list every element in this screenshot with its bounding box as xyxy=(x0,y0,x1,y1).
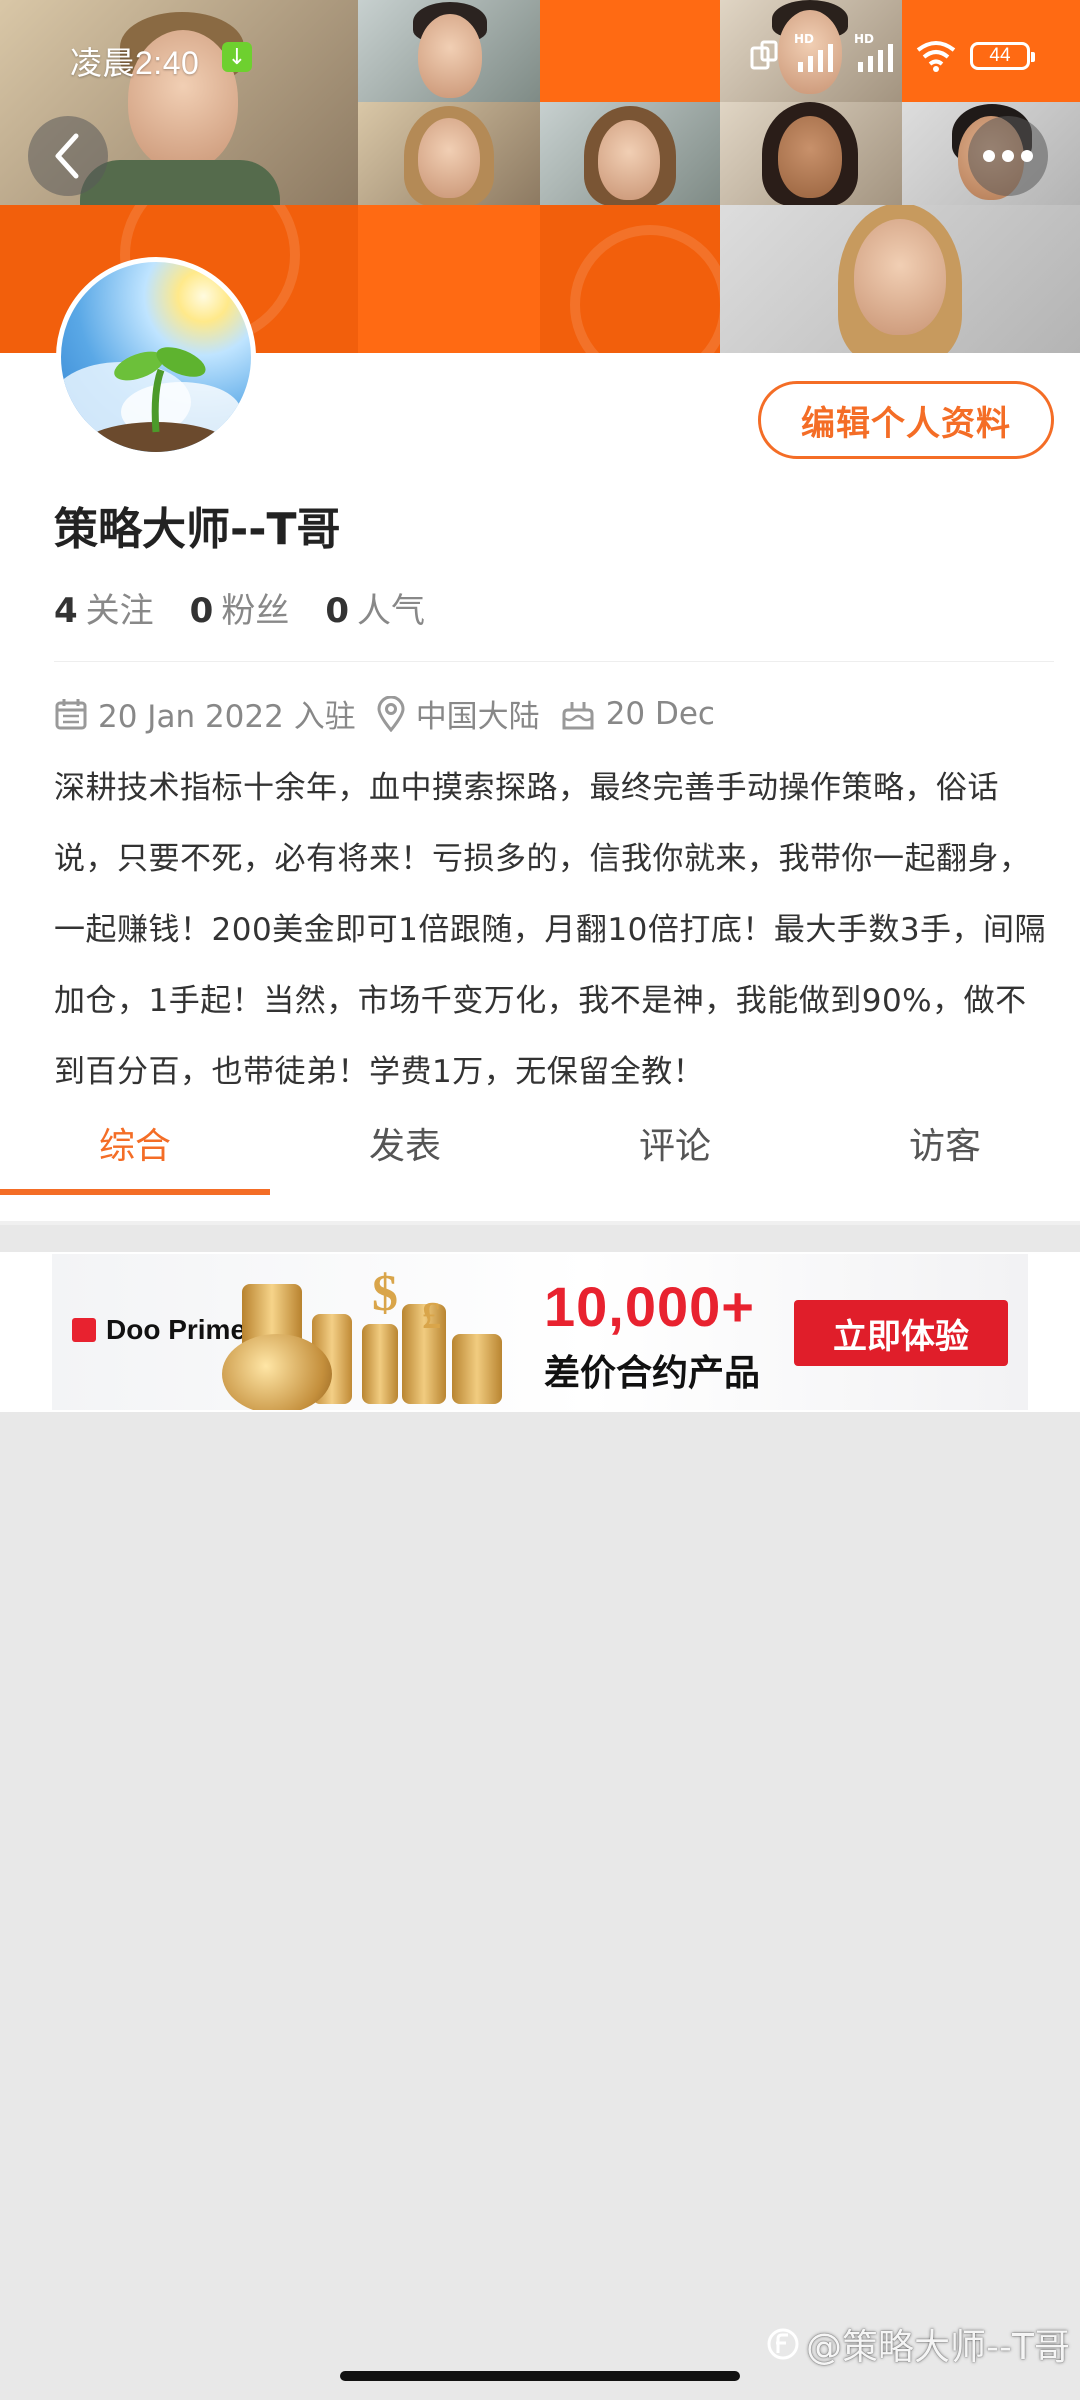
birthday-text: 20 Dec xyxy=(605,695,715,732)
back-button[interactable] xyxy=(28,116,108,196)
profile-name: 策略大师--T哥 xyxy=(54,504,341,555)
tab-visitors[interactable]: 访客 xyxy=(810,1105,1080,1181)
status-time: 凌晨2:40 xyxy=(70,45,200,81)
stat-popularity-count: 0 xyxy=(325,591,350,631)
battery-icon: 44 xyxy=(970,42,1035,70)
ad-headline: 10,000+ xyxy=(544,1275,755,1338)
divider xyxy=(54,661,1054,662)
dollar-sign-icon: $ xyxy=(372,1265,398,1322)
stat-following-count: 4 xyxy=(54,591,78,631)
calendar-icon xyxy=(55,698,87,729)
cover-photo-person-4 xyxy=(358,102,540,205)
cover-photo-person-2 xyxy=(358,0,540,102)
stat-followers-label: 粉丝 xyxy=(221,591,290,631)
status-icons: HD HD 44 xyxy=(746,32,1035,76)
location-text: 中国大陆 xyxy=(415,699,540,735)
chevron-left-icon xyxy=(55,133,79,179)
stat-following[interactable]: 4 关注 xyxy=(54,583,154,632)
doo-prime-logo-icon xyxy=(72,1318,96,1342)
stat-followers-count: 0 xyxy=(189,591,214,631)
tab-comments[interactable]: 评论 xyxy=(540,1105,810,1181)
profile-stats: 4 关注 0 粉丝 0 人气 xyxy=(54,583,425,632)
joined-date: 20 Jan 2022 入驻 xyxy=(54,691,356,736)
joined-date-text: 20 Jan 2022 入驻 xyxy=(98,699,356,735)
watermark: @策略大师--T哥 xyxy=(766,2318,1070,2370)
profile-tabs: 综合 发表 评论 访客 xyxy=(0,1105,1080,1195)
tab-overview[interactable]: 综合 xyxy=(0,1105,270,1195)
signal-icon-2: HD xyxy=(854,32,902,74)
divider xyxy=(0,1221,1080,1225)
screen-rotate-icon xyxy=(750,40,778,70)
signal-icon-1: HD xyxy=(794,32,842,74)
location: 中国大陆 xyxy=(376,691,540,736)
battery-level: 44 xyxy=(989,45,1011,66)
tab-posts[interactable]: 发表 xyxy=(270,1105,540,1181)
ad-subline: 差价合约产品 xyxy=(544,1353,761,1394)
stat-followers[interactable]: 0 粉丝 xyxy=(190,583,290,632)
wifi-icon xyxy=(916,41,956,72)
profile-card: 编辑个人资料 策略大师--T哥 4 关注 0 粉丝 0 人气 20 Jan 20… xyxy=(0,257,1080,1225)
cover-photo-woman xyxy=(720,205,1080,353)
birthday-cake-icon xyxy=(562,701,594,729)
gold-coins-illustration: $ £ xyxy=(192,1254,532,1410)
profile-bio: 深耕技术指标十余年，血中摸索探路，最终完善手动操作策略，俗话说，只要不死，必有将… xyxy=(54,770,1047,1090)
cover-photo-person-5 xyxy=(540,102,720,205)
profile-meta: 20 Jan 2022 入驻 中国大陆 20 Dec xyxy=(54,691,715,736)
location-pin-icon xyxy=(377,695,405,732)
watermark-text: @策略大师--T哥 xyxy=(806,2327,1070,2368)
home-indicator[interactable] xyxy=(340,2371,740,2381)
stat-popularity[interactable]: 0 人气 xyxy=(325,583,425,632)
ad-section: Doo Prime $ £ 10,000+ 差价合约产品 立即体验 xyxy=(0,1252,1080,1412)
app-logo-icon xyxy=(767,2328,799,2360)
avatar[interactable] xyxy=(56,257,256,457)
stat-following-label: 关注 xyxy=(85,591,154,631)
edit-profile-button[interactable]: 编辑个人资料 xyxy=(758,381,1054,459)
more-dots-icon xyxy=(983,150,1033,162)
ad-cta-button[interactable]: 立即体验 xyxy=(794,1300,1008,1366)
download-icon: ↓ xyxy=(222,42,252,72)
ad-banner[interactable]: Doo Prime $ £ 10,000+ 差价合约产品 立即体验 xyxy=(52,1254,1028,1410)
more-button[interactable] xyxy=(968,116,1048,196)
stat-popularity-label: 人气 xyxy=(357,591,426,631)
pound-sign-icon: £ xyxy=(422,1295,441,1337)
cover-photo-person-6 xyxy=(720,102,902,205)
birthday: 20 Dec xyxy=(560,696,715,732)
